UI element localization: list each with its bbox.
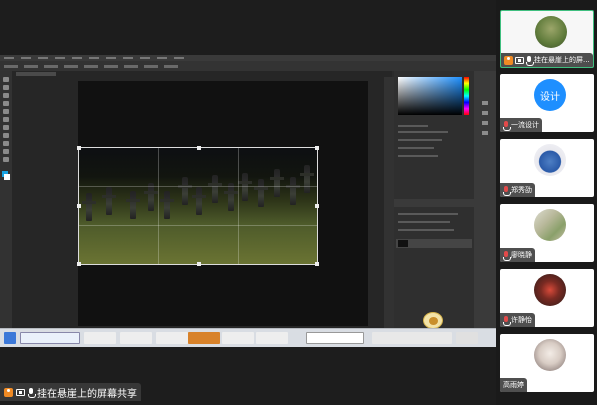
- green-plant-avatar: [535, 16, 567, 48]
- stamp-tool-icon[interactable]: [3, 133, 9, 138]
- taskbar-item[interactable]: [222, 332, 254, 344]
- crop-tool-icon[interactable]: [3, 109, 9, 114]
- screen-share-icon: [515, 56, 524, 64]
- layer-row[interactable]: [396, 239, 472, 248]
- avatar-text: 设计: [540, 91, 560, 103]
- mic-icon: [503, 120, 511, 131]
- crop-handle[interactable]: [77, 204, 81, 208]
- participant-tile[interactable]: 设计 一流设计: [500, 74, 594, 132]
- right-tool-strip[interactable]: [474, 71, 496, 328]
- screen-share-icon: [16, 388, 25, 396]
- mic-icon: [503, 185, 511, 196]
- brush-tool-icon[interactable]: [3, 125, 9, 130]
- taskbar-item[interactable]: [20, 332, 80, 344]
- lasso-tool-icon[interactable]: [3, 93, 9, 98]
- crop-handle[interactable]: [77, 146, 81, 150]
- participant-name-bar: 许静怡: [500, 313, 535, 327]
- marquee-tool-icon[interactable]: [3, 85, 9, 90]
- participant-tile[interactable]: 高雨婷: [500, 334, 594, 392]
- taskbar-item[interactable]: [120, 332, 152, 344]
- photoshop-options-bar[interactable]: [0, 61, 496, 71]
- move-tool-icon[interactable]: [3, 77, 9, 82]
- design-avatar: 设计: [534, 79, 566, 111]
- crop-handle[interactable]: [197, 146, 201, 150]
- participant-name: 郑秀劭: [511, 186, 532, 194]
- crop-frame[interactable]: [77, 146, 319, 266]
- photoshop-toolbar[interactable]: [0, 71, 12, 328]
- blue-dome-avatar: [534, 144, 566, 176]
- canvas-area[interactable]: [12, 77, 384, 328]
- mic-icon: [526, 55, 534, 66]
- color-picker-field[interactable]: [398, 77, 462, 115]
- participant-name-bar: 挂在悬崖上的屏...: [501, 53, 593, 67]
- participant-name-bar: 廖晓静: [500, 248, 535, 262]
- panel-dock-icons[interactable]: [384, 77, 394, 328]
- participant-name: 高雨婷: [503, 381, 524, 389]
- participant-tile[interactable]: 挂在悬崖上的屏...: [500, 10, 594, 68]
- background-color-swatch[interactable]: [4, 174, 10, 180]
- crop-handle[interactable]: [315, 146, 319, 150]
- hue-slider[interactable]: [464, 77, 469, 115]
- shared-screen[interactable]: [0, 55, 496, 347]
- participant-name-bar: 一流设计: [500, 118, 542, 132]
- layers-panel-header[interactable]: [394, 199, 474, 207]
- participant-name-bar: 高雨婷: [500, 378, 527, 392]
- meeting-window: 挂在悬崖上的屏幕共享 挂在悬崖上的屏... 设计 一流设计 郑秀劭 廖晓静 许静…: [0, 0, 597, 405]
- eyedropper-tool-icon[interactable]: [3, 117, 9, 122]
- taskbar-item[interactable]: [156, 332, 188, 344]
- taskbar-search[interactable]: [306, 332, 364, 344]
- share-owner-name: 挂在悬崖上的屏幕共享: [37, 388, 137, 400]
- mic-icon: [503, 250, 511, 261]
- windows-taskbar[interactable]: [0, 328, 496, 347]
- start-icon[interactable]: [4, 332, 16, 344]
- participant-name: 许静怡: [511, 316, 532, 324]
- person-icon: [504, 55, 513, 65]
- wand-tool-icon[interactable]: [3, 101, 9, 106]
- mic-icon: [28, 387, 36, 398]
- clock: [456, 332, 478, 344]
- photo-avatar: [534, 209, 566, 241]
- photoshop-panels[interactable]: [394, 71, 474, 328]
- participant-tile[interactable]: 郑秀劭: [500, 139, 594, 197]
- participant-name: 挂在悬崖上的屏...: [534, 56, 590, 64]
- system-tray[interactable]: [372, 332, 452, 344]
- person-icon: [4, 387, 13, 397]
- taskbar-item[interactable]: [84, 332, 116, 344]
- crop-handle[interactable]: [77, 262, 81, 266]
- text-tool-icon[interactable]: [3, 157, 9, 162]
- anime-girl-avatar: [534, 339, 566, 371]
- crop-handle[interactable]: [315, 262, 319, 266]
- taskbar-item[interactable]: [256, 332, 288, 344]
- eraser-tool-icon[interactable]: [3, 141, 9, 146]
- participant-name-bar: 郑秀劭: [500, 183, 535, 197]
- crop-handle[interactable]: [197, 262, 201, 266]
- taskbar-item[interactable]: [188, 332, 220, 344]
- participant-name: 一流设计: [511, 121, 539, 129]
- gradient-tool-icon[interactable]: [3, 149, 9, 154]
- share-owner-label: 挂在悬崖上的屏幕共享: [0, 383, 141, 401]
- participant-name: 廖晓静: [511, 251, 532, 259]
- floating-ball-icon[interactable]: [423, 312, 443, 329]
- participant-tile[interactable]: 廖晓静: [500, 204, 594, 262]
- participants-sidebar[interactable]: 挂在悬崖上的屏... 设计 一流设计 郑秀劭 廖晓静 许静怡 高雨婷: [496, 0, 597, 405]
- mic-icon: [503, 315, 511, 326]
- red-dark-avatar: [534, 274, 566, 306]
- participant-tile[interactable]: 许静怡: [500, 269, 594, 327]
- crop-handle[interactable]: [315, 204, 319, 208]
